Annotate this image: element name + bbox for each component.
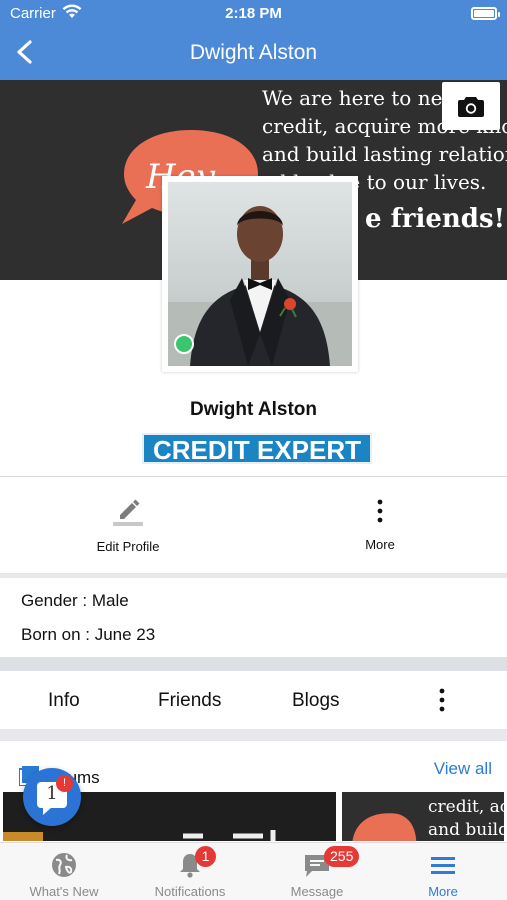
- tab-friends[interactable]: Friends: [158, 690, 221, 712]
- view-all-link[interactable]: View all: [434, 759, 492, 779]
- status-bar: Carrier 2:18 PM: [0, 0, 507, 28]
- tabs-more-icon[interactable]: [435, 687, 449, 713]
- album-thumbnail-line: and build: [428, 820, 504, 840]
- album-thumbnail-text: credit, ac and build: [428, 796, 504, 841]
- more-actions-button[interactable]: More: [340, 498, 420, 552]
- cover-friends-text: e friends!: [365, 204, 506, 234]
- page-title: Dwight Alston: [189, 41, 318, 64]
- section-separator: [0, 657, 507, 671]
- nav-label: Notifications: [154, 884, 226, 899]
- tab-blogs[interactable]: Blogs: [292, 690, 340, 712]
- nav-label: What's New: [29, 884, 99, 899]
- profile-photo: [168, 182, 352, 366]
- tab-info[interactable]: Info: [48, 690, 80, 712]
- globe-icon: [52, 853, 76, 877]
- messages-badge: 255: [324, 846, 360, 867]
- profile-tabs: Info Friends Blogs: [0, 671, 507, 729]
- edit-profile-button[interactable]: Edit Profile: [80, 494, 176, 554]
- clock: 2:18 PM: [225, 5, 282, 22]
- edit-profile-label: Edit Profile: [96, 539, 160, 554]
- chat-floating-button[interactable]: 1 !: [23, 768, 81, 826]
- nav-label: More: [428, 884, 458, 899]
- nav-whats-new[interactable]: What's New: [1, 843, 127, 900]
- camera-icon: [458, 97, 484, 117]
- top-bar: Carrier 2:18 PM Dwight Alston: [0, 0, 507, 80]
- gender-text: Gender : Male: [21, 591, 129, 610]
- album-thumbnail[interactable]: credit, ac and build: [342, 792, 504, 841]
- bottom-navigation: What's New 1 Notifications 255 Message M…: [0, 842, 507, 900]
- birthday-text: Born on : June 23: [21, 625, 156, 644]
- profile-name: Dwight Alston: [190, 399, 317, 420]
- more-vertical-icon: [377, 499, 383, 523]
- nav-more[interactable]: More: [380, 843, 506, 900]
- chat-alert-badge: !: [56, 775, 73, 792]
- nav-label: Message: [290, 884, 344, 899]
- cover-line: and build lasting relation: [262, 142, 507, 166]
- pencil-icon: [113, 499, 143, 526]
- nav-notifications[interactable]: 1 Notifications: [127, 843, 253, 900]
- more-label: More: [365, 537, 395, 552]
- change-cover-button[interactable]: [442, 82, 500, 130]
- profile-title-badge: CREDIT EXPERT: [142, 433, 372, 465]
- nav-message[interactable]: 255 Message: [254, 843, 380, 900]
- album-thumbnail-line: credit, ac: [428, 797, 504, 817]
- divider: [0, 573, 507, 578]
- notifications-badge: 1: [195, 846, 216, 867]
- online-status-dot: [174, 334, 194, 354]
- menu-icon: [431, 857, 455, 874]
- battery-icon: [471, 7, 500, 20]
- section-separator: [0, 729, 507, 741]
- album-thumbnail-art: [352, 813, 417, 841]
- divider: [0, 476, 507, 477]
